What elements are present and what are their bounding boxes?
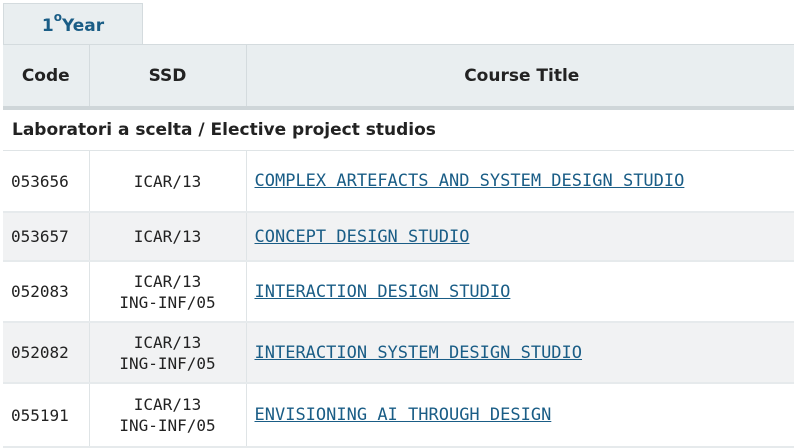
table-row: 053657 ICAR/13 CONCEPT DESIGN STUDIO	[3, 212, 794, 262]
course-title-cell: ENVISIONING AI THROUGH DESIGN	[246, 383, 794, 448]
course-code: 055191	[3, 383, 90, 448]
table-row: 055191 ICAR/13 ING-INF/05 ENVISIONING AI…	[3, 383, 794, 448]
column-header-title: Course Title	[246, 44, 794, 110]
course-ssd: ICAR/13	[89, 150, 247, 213]
course-title-link[interactable]: INTERACTION SYSTEM DESIGN STUDIO	[255, 343, 583, 363]
ssd-value: ICAR/13	[133, 171, 202, 191]
course-ssd: ICAR/13 ING-INF/05	[89, 261, 247, 323]
course-title-cell: INTERACTION DESIGN STUDIO	[246, 261, 794, 323]
table-row: 053656 ICAR/13 COMPLEX ARTEFACTS AND SYS…	[3, 150, 794, 213]
table-row: 052082 ICAR/13 ING-INF/05 INTERACTION SY…	[3, 322, 794, 384]
course-title-cell: INTERACTION SYSTEM DESIGN STUDIO	[246, 322, 794, 384]
course-title-cell: CONCEPT DESIGN STUDIO	[246, 212, 794, 262]
ssd-value: ICAR/13	[133, 395, 202, 414]
course-title-link[interactable]: ENVISIONING AI THROUGH DESIGN	[255, 405, 552, 425]
ssd-value: ING-INF/05	[119, 353, 216, 373]
course-code: 052082	[3, 322, 90, 384]
course-title-cell: COMPLEX ARTEFACTS AND SYSTEM DESIGN STUD…	[246, 150, 794, 213]
course-code: 053657	[3, 212, 90, 262]
tab-year-number: 1	[41, 16, 54, 36]
table-header-row: Code SSD Course Title	[3, 44, 794, 110]
ssd-value: ICAR/13	[133, 227, 202, 246]
course-code: 053656	[3, 150, 90, 213]
course-title-link[interactable]: INTERACTION DESIGN STUDIO	[255, 282, 511, 302]
column-header-ssd: SSD	[89, 44, 247, 110]
ssd-value: ICAR/13	[133, 271, 202, 291]
ssd-value: ING-INF/05	[119, 416, 216, 435]
section-row: Laboratori a scelta / Elective project s…	[3, 108, 794, 151]
section-title: Laboratori a scelta / Elective project s…	[3, 108, 794, 151]
column-header-code: Code	[3, 44, 90, 110]
courses-table: Code SSD Course Title Laboratori a scelt…	[3, 44, 794, 448]
tab-year-ordinal: o	[53, 10, 62, 24]
ssd-value: ING-INF/05	[119, 292, 216, 312]
course-title-link[interactable]: CONCEPT DESIGN STUDIO	[255, 227, 470, 247]
table-row: 052083 ICAR/13 ING-INF/05 INTERACTION DE…	[3, 261, 794, 323]
course-ssd: ICAR/13 ING-INF/05	[89, 322, 247, 384]
course-ssd: ICAR/13	[89, 212, 247, 262]
tab-year-label: Year	[61, 16, 105, 36]
ssd-value: ICAR/13	[133, 332, 202, 352]
tab-first-year[interactable]: 1oYear	[3, 3, 143, 44]
course-code: 052083	[3, 261, 90, 323]
course-title-link[interactable]: COMPLEX ARTEFACTS AND SYSTEM DESIGN STUD…	[255, 171, 685, 191]
year-tab-bar: 1oYear	[0, 0, 794, 44]
course-ssd: ICAR/13 ING-INF/05	[89, 383, 247, 448]
